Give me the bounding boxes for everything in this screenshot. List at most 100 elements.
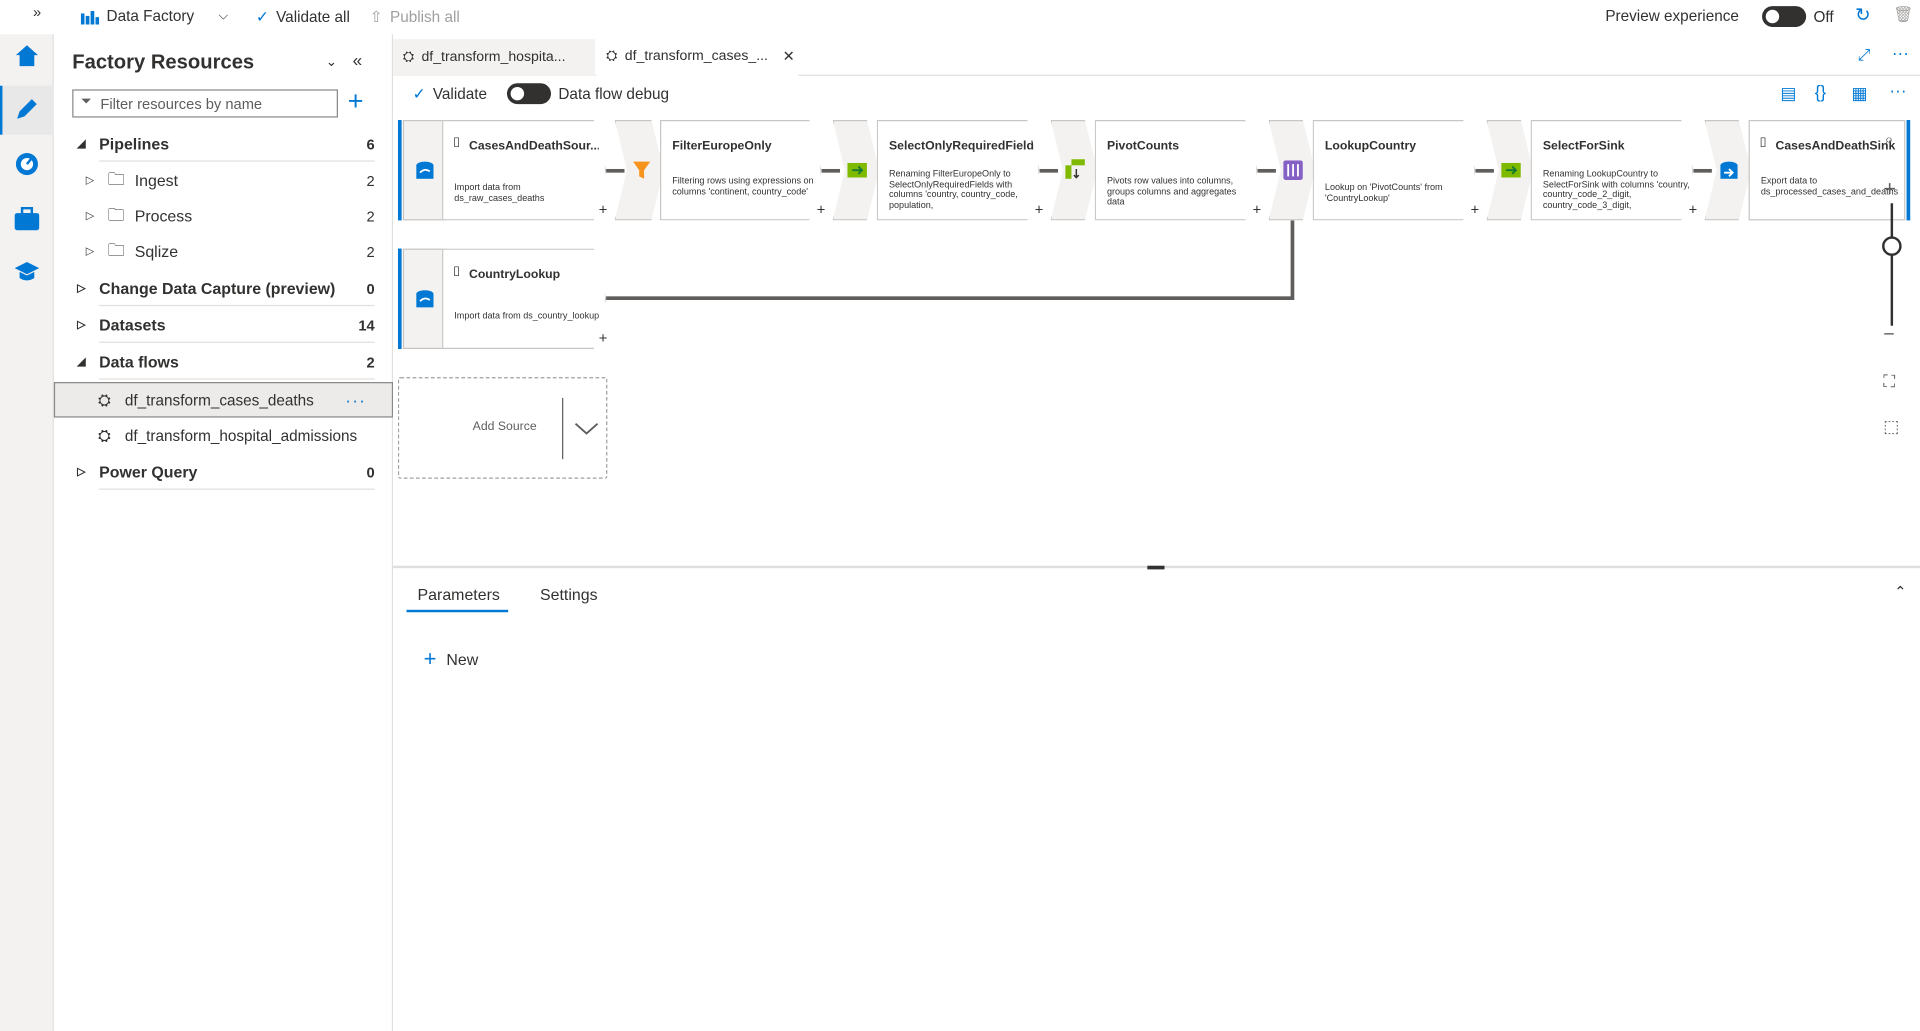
node-desc: Filtering rows using expressions on colu… (672, 176, 814, 197)
collapse-pane-icon[interactable]: ⌃ (1894, 583, 1906, 600)
add-transform-icon[interactable]: + (1471, 201, 1480, 218)
node-name: SelectOnlyRequiredFields (888, 139, 1034, 154)
publish-all-button[interactable]: ⇧ Publish all (369, 7, 460, 26)
tree-folder-process[interactable]: ▷ 🗀 Process 2 (54, 198, 375, 234)
plus-icon: + (423, 646, 437, 672)
select-mode-icon[interactable]: ⬚ (1883, 416, 1899, 437)
hide-panel-icon[interactable]: « (353, 50, 363, 70)
refresh-icon[interactable]: ↻ (1855, 4, 1870, 26)
caret-down-icon: ◢ (77, 355, 86, 368)
folder-count: 2 (366, 172, 375, 190)
sink-icon (1719, 160, 1739, 182)
learning-hat-icon[interactable] (12, 257, 41, 286)
trash-icon[interactable]: 🗑 (1893, 5, 1913, 25)
powerquery-count: 0 (366, 463, 375, 481)
more-icon[interactable]: ··· (1889, 81, 1906, 101)
debug-toggle[interactable]: Data flow debug (506, 83, 669, 105)
validate-button[interactable]: ✓ Validate (413, 84, 488, 103)
connector-line (606, 168, 625, 173)
search-icon[interactable]: ⌕ (1885, 130, 1894, 150)
tab-label: Parameters (417, 585, 500, 604)
stream-indicator (397, 120, 402, 221)
home-icon[interactable] (12, 40, 41, 69)
more-actions-icon[interactable]: ··· (345, 390, 366, 410)
zoom-track (1890, 203, 1894, 326)
expand-icon[interactable]: » (33, 4, 41, 21)
validate-all-button[interactable]: ✓ Validate all (256, 7, 350, 26)
maximize-icon[interactable]: ⤢ (1858, 45, 1871, 65)
tree-datasets[interactable]: ▷ Datasets 14 (54, 307, 375, 343)
editor-tabs: ⛭ df_transform_hospita... ⛭ df_transform… (393, 39, 1920, 76)
node-icon-band (402, 248, 447, 349)
dataflow-item-cases-deaths[interactable]: ⛭ df_transform_cases_deaths ··· (54, 382, 393, 418)
new-label: New (446, 650, 479, 669)
resize-handle[interactable] (1147, 565, 1165, 570)
fit-to-screen-icon[interactable]: ⛶ (1883, 371, 1895, 392)
add-transform-icon[interactable]: + (599, 201, 608, 218)
lookup-connector (606, 296, 1294, 301)
add-transform-icon[interactable]: + (599, 329, 608, 346)
add-transform-icon[interactable]: + (1253, 201, 1262, 218)
zoom-in-icon[interactable]: + (1883, 176, 1896, 202)
new-parameter-button[interactable]: + New (424, 647, 479, 673)
close-icon[interactable]: ✕ (783, 48, 795, 65)
node-country-lookup[interactable]: CountryLookup Import data from ds_countr… (442, 249, 606, 349)
chevron-down-icon: ⌵ (218, 9, 228, 23)
dataflow-canvas[interactable]: CasesAndDeathSour... Import data from ds… (393, 112, 1920, 566)
toggle-switch[interactable] (1762, 6, 1807, 27)
toggle-switch[interactable] (506, 83, 552, 105)
tab-parameters[interactable]: Parameters (418, 585, 500, 603)
node-icon-band (402, 120, 447, 221)
preview-toggle[interactable]: Off (1762, 6, 1834, 27)
tab-cases-deaths[interactable]: ⛭ df_transform_cases_... ✕ (596, 39, 799, 76)
folder-count: 2 (366, 207, 375, 225)
node-lookup-country[interactable]: LookupCountry Lookup on 'PivotCounts' fr… (1313, 120, 1476, 220)
factory-icon (80, 10, 100, 24)
datasets-count: 14 (358, 316, 375, 334)
dataflow-item-hospital[interactable]: ⛭ df_transform_hospital_admissions (54, 418, 375, 454)
factory-label: Data Factory (106, 7, 195, 25)
node-select-sink[interactable]: SelectForSink Renaming LookupCountry to … (1531, 120, 1694, 220)
filter-input[interactable]: ⏷ Filter resources by name (72, 89, 338, 118)
dataflow-icon: ⛭ (97, 425, 111, 444)
add-resource-icon[interactable]: + (348, 88, 364, 115)
tree-cdc[interactable]: ▷ Change Data Capture (preview) 0 (54, 271, 375, 307)
add-transform-icon[interactable]: + (1035, 201, 1044, 218)
tab-hospital[interactable]: ⛭ df_transform_hospita... (393, 39, 596, 76)
dataset-icon: ▯ (453, 264, 460, 278)
monitor-icon[interactable] (12, 149, 41, 178)
code-braces-icon[interactable]: {} (1815, 82, 1826, 102)
add-transform-icon[interactable]: + (1689, 201, 1698, 218)
zoom-slider-handle[interactable] (1882, 236, 1902, 256)
chevron-down-icon[interactable] (573, 420, 600, 437)
dataset-icon: ▯ (453, 135, 460, 150)
zoom-out-icon[interactable]: − (1883, 324, 1894, 346)
validate-label: Validate (432, 85, 488, 103)
tab-settings[interactable]: Settings (540, 585, 598, 603)
tree-folder-sqlize[interactable]: ▷ 🗀 Sqlize 2 (54, 234, 375, 270)
add-source-box[interactable]: Add Source (397, 377, 608, 479)
node-cases-source[interactable]: CasesAndDeathSour... Import data from ds… (442, 120, 606, 220)
node-name: FilterEuropeOnly (672, 139, 772, 154)
manage-toolbox-icon[interactable] (12, 204, 41, 233)
node-filter-europe[interactable]: FilterEuropeOnly Filtering rows using ex… (660, 120, 822, 220)
divider (562, 397, 564, 460)
preview-state: Off (1813, 7, 1834, 26)
more-icon[interactable]: ··· (1892, 43, 1909, 63)
node-select-required[interactable]: SelectOnlyRequiredFields Renaming Filter… (877, 120, 1040, 220)
node-desc: Pivots row values into columns, groups c… (1106, 176, 1237, 208)
script-icon[interactable]: ▤ (1780, 83, 1796, 104)
tree-dataflows[interactable]: ◢ Data flows 2 (54, 344, 375, 380)
author-pencil-icon[interactable] (12, 94, 41, 123)
node-pivot-counts[interactable]: PivotCounts Pivots row values into colum… (1095, 120, 1258, 220)
upload-icon: ⇧ (369, 8, 383, 26)
properties-icon[interactable]: ▦ (1851, 83, 1867, 104)
add-transform-icon[interactable]: + (817, 201, 826, 218)
factory-selector[interactable]: Data Factory ⌵ (80, 7, 228, 25)
collapse-all-icon[interactable]: ⌄ (326, 54, 337, 70)
tree-pipelines[interactable]: ◢ Pipelines 6 (54, 126, 375, 162)
tree-folder-ingest[interactable]: ▷ 🗀 Ingest 2 (54, 163, 375, 199)
connector-line (1039, 168, 1058, 173)
dataflow-label: df_transform_cases_deaths (124, 391, 314, 409)
tree-powerquery[interactable]: ▷ Power Query 0 (54, 454, 375, 490)
